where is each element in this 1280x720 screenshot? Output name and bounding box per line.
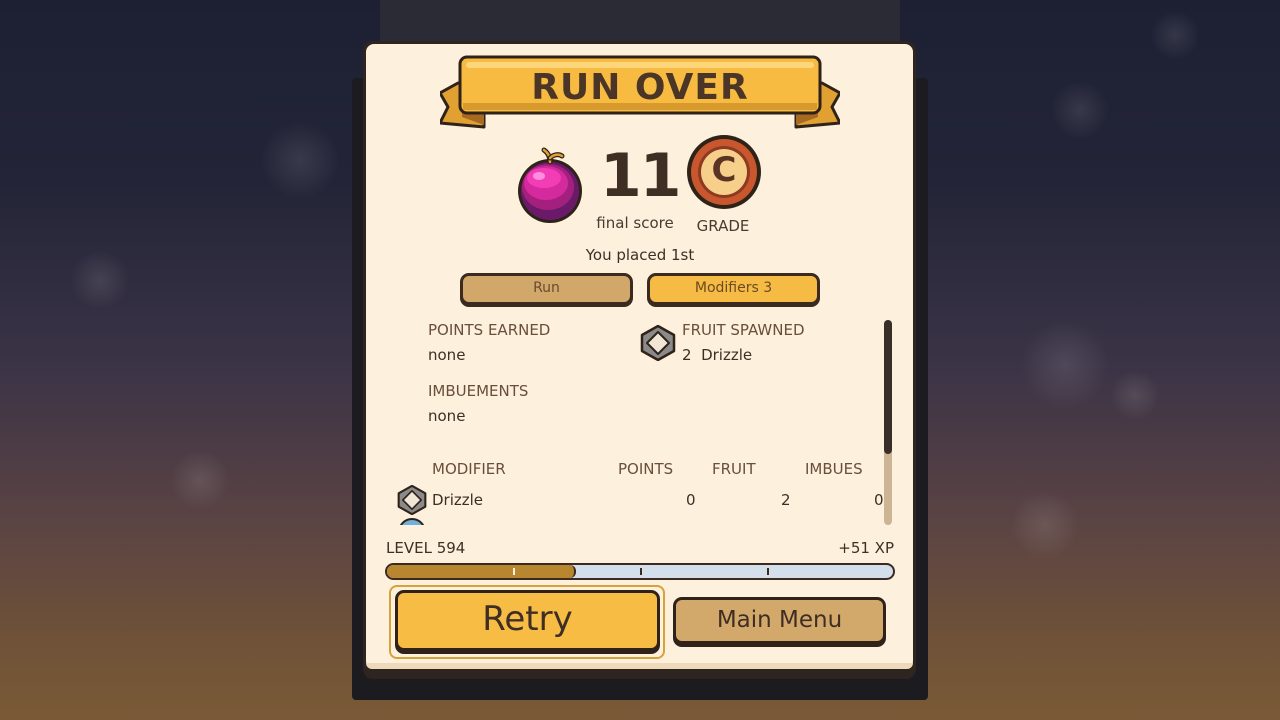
column-header-points: POINTS <box>618 460 674 478</box>
table-cell-imbues: 0 <box>874 491 884 509</box>
diamond-icon <box>397 485 427 515</box>
title-banner: RUN OVER <box>440 55 840 131</box>
xp-gain-label: +51 XP <box>838 539 894 557</box>
final-score-label: final score <box>596 214 674 232</box>
imbuements-heading: IMBUEMENTS <box>428 382 529 400</box>
xp-tick <box>640 568 642 575</box>
xp-tick <box>513 568 515 575</box>
background-bokeh <box>170 450 230 510</box>
background-bokeh <box>1010 490 1080 560</box>
diamond-icon <box>640 325 676 361</box>
plum-fruit-icon <box>518 147 582 223</box>
fruit-spawned-heading: FRUIT SPAWNED <box>682 321 805 339</box>
tab-run[interactable]: Run <box>460 273 633 305</box>
final-score-value: 11 <box>600 141 682 211</box>
dialog-bottom-edge <box>366 663 913 669</box>
grade-label: GRADE <box>696 217 750 235</box>
table-cell-fruit: 2 <box>781 491 791 509</box>
level-label: LEVEL 594 <box>386 539 466 557</box>
table-cell-modifier: Drizzle <box>432 491 484 509</box>
column-header-modifier: MODIFIER <box>432 460 506 478</box>
background-bokeh <box>70 250 130 310</box>
xp-progress-bar <box>385 563 895 580</box>
scrollbar-thumb[interactable] <box>884 320 892 454</box>
fruit-spawned-value: 2 Drizzle <box>682 346 753 364</box>
retry-button[interactable]: Retry <box>395 590 660 651</box>
imbuements-value: none <box>428 407 466 425</box>
tab-modifiers[interactable]: Modifiers 3 <box>647 273 820 305</box>
column-header-fruit: FRUIT <box>712 460 756 478</box>
xp-progress-fill <box>387 565 577 578</box>
placement-text: You placed 1st <box>585 246 695 264</box>
background-bokeh <box>1110 370 1160 420</box>
points-earned-value: none <box>428 346 466 364</box>
grade-letter: C <box>711 150 737 190</box>
main-menu-button[interactable]: Main Menu <box>673 597 886 644</box>
points-earned-heading: POINTS EARNED <box>428 321 551 339</box>
column-header-imbues: IMBUES <box>805 460 863 478</box>
background-bokeh <box>1020 320 1110 410</box>
background-bokeh <box>1050 80 1110 140</box>
background-top-strip <box>380 0 900 44</box>
background-bokeh <box>1150 10 1200 60</box>
clipped-row-icon <box>398 518 426 525</box>
table-cell-points: 0 <box>686 491 696 509</box>
background-bokeh <box>260 120 340 200</box>
xp-tick <box>767 568 769 575</box>
page-title: RUN OVER <box>531 67 749 108</box>
